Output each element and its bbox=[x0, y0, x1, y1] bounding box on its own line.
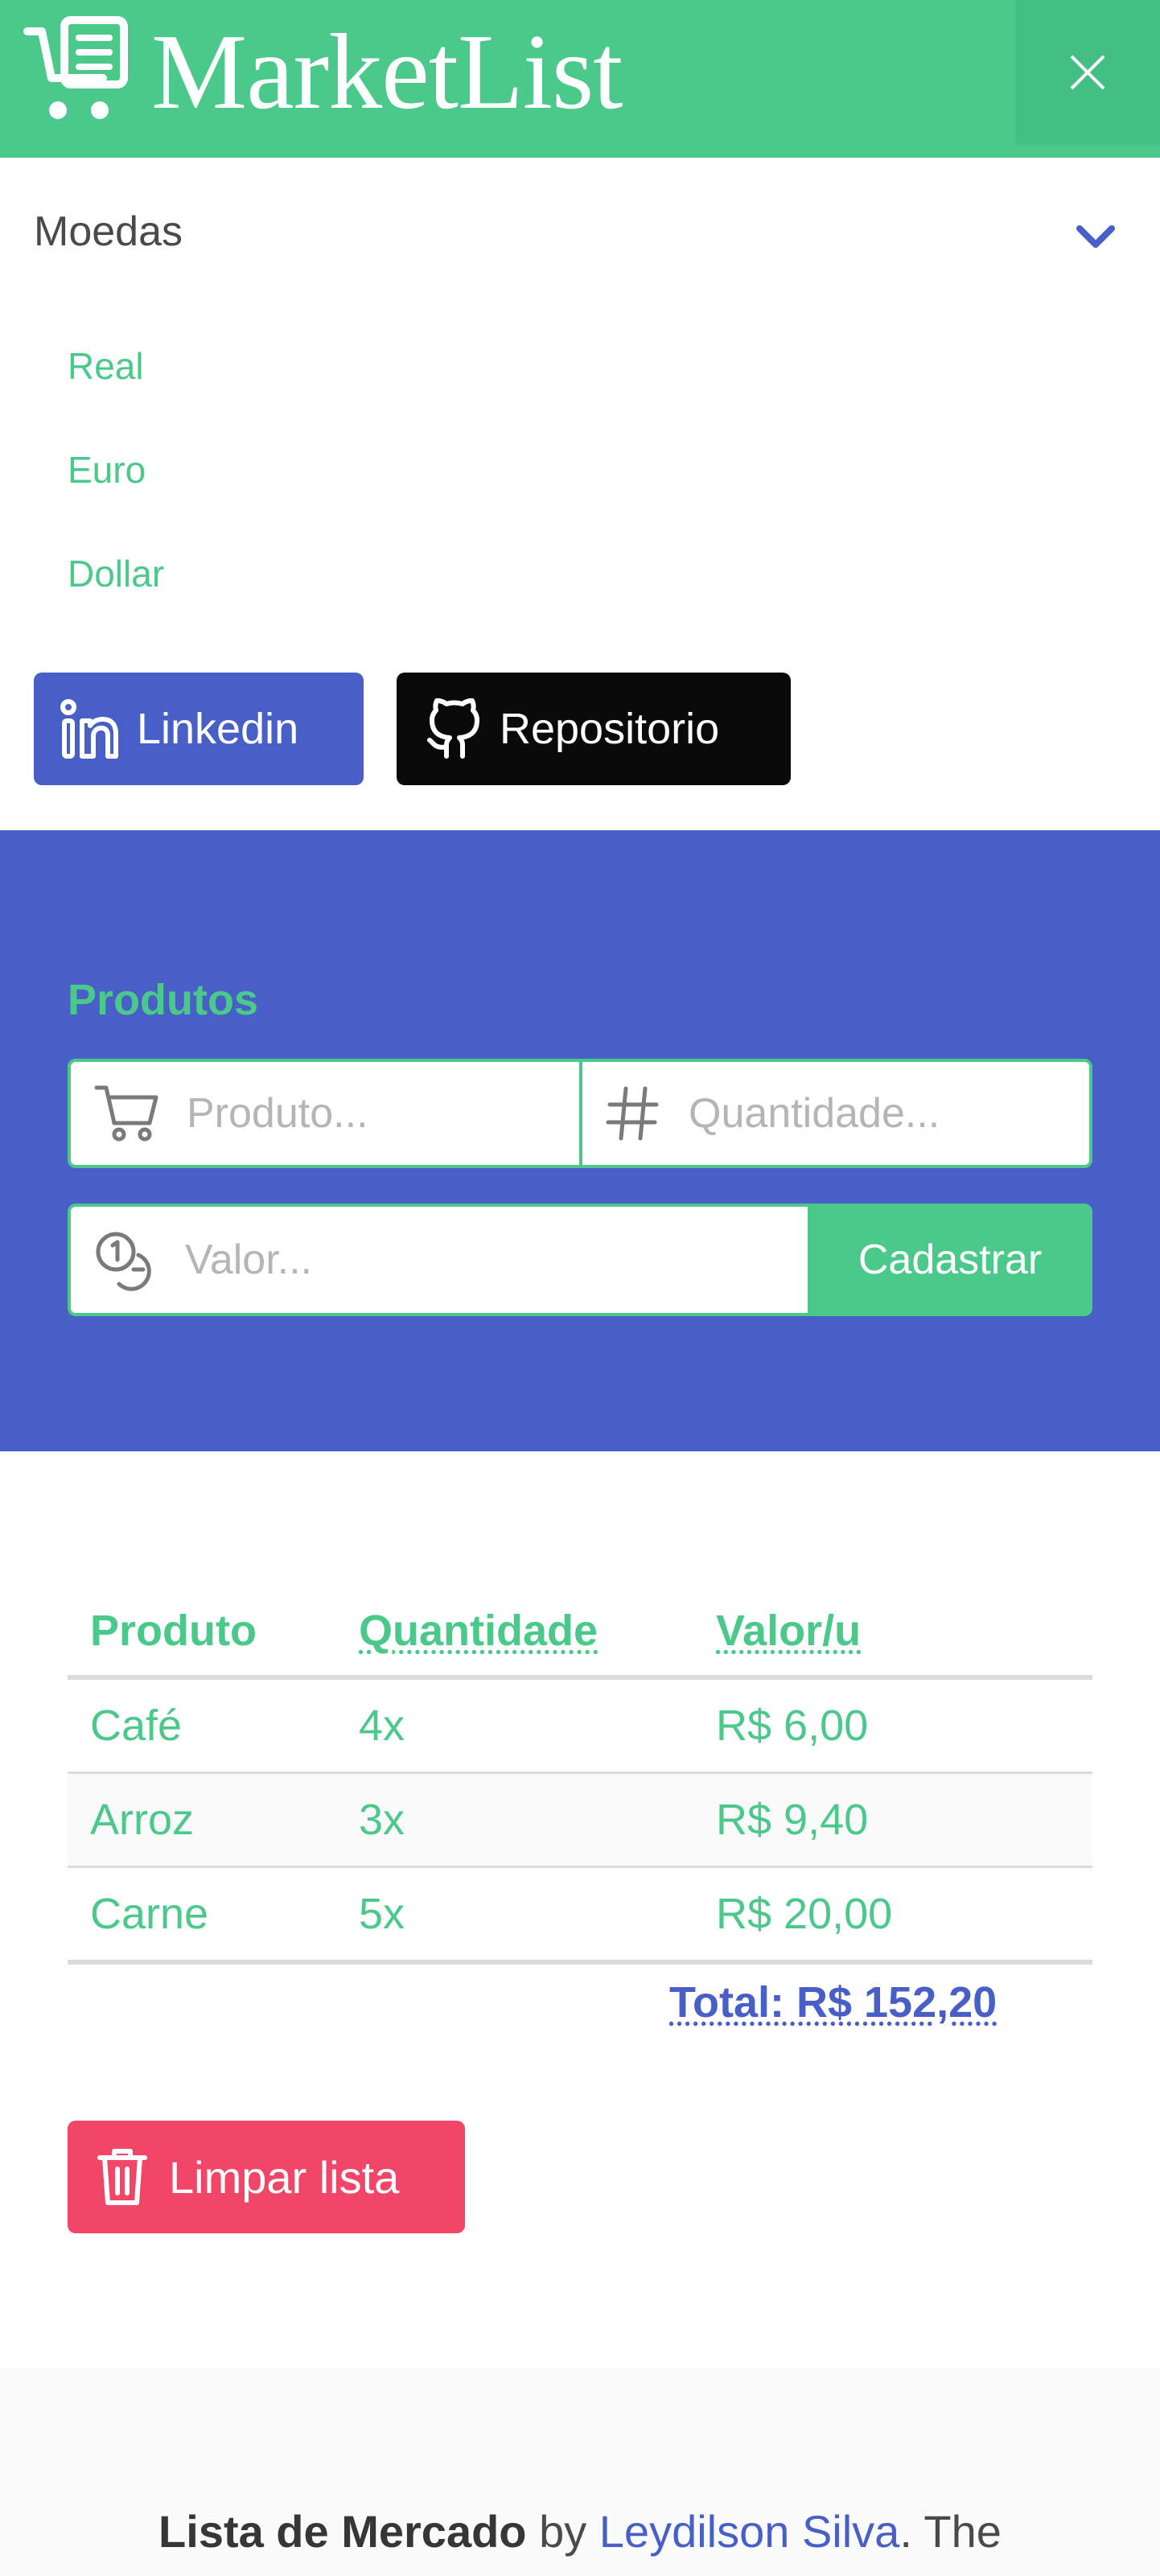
value-field[interactable] bbox=[68, 1204, 809, 1316]
cell-produto: Carne bbox=[68, 1866, 336, 1965]
footer-text: Lista de Mercado by Leydilson Silva. The bbox=[0, 2505, 1160, 2557]
chevron-down-icon[interactable] bbox=[1075, 220, 1117, 253]
cell-quantidade: 5x bbox=[336, 1866, 693, 1965]
product-form-section: Produtos Cadastrar bbox=[0, 830, 1160, 1451]
github-icon bbox=[427, 697, 479, 759]
trash-icon bbox=[97, 2149, 147, 2205]
column-header-produto: Produto bbox=[68, 1586, 336, 1680]
cell-valor: R$ 6,00 bbox=[693, 1677, 1092, 1774]
product-table: Produto Quantidade Valor/u Café 4x R$ 6,… bbox=[68, 1586, 1092, 1965]
quantity-field[interactable] bbox=[579, 1059, 1092, 1168]
cell-valor: R$ 20,00 bbox=[693, 1866, 1092, 1965]
quantity-input[interactable] bbox=[687, 1088, 1089, 1138]
column-header-quantidade: Quantidade bbox=[336, 1586, 693, 1680]
footer-trail: . The bbox=[899, 2506, 1002, 2557]
product-input[interactable] bbox=[185, 1088, 579, 1138]
cell-quantidade: 4x bbox=[336, 1677, 693, 1774]
column-header-valor: Valor/u bbox=[693, 1586, 1092, 1680]
brand[interactable]: MarketList bbox=[23, 11, 623, 132]
table-header-row: Produto Quantidade Valor/u bbox=[68, 1586, 1092, 1680]
cart-icon bbox=[94, 1085, 158, 1142]
footer-by: by bbox=[526, 2506, 599, 2557]
currency-item-euro[interactable]: Euro bbox=[68, 448, 146, 492]
repository-label: Repositorio bbox=[500, 705, 720, 753]
cell-quantidade: 3x bbox=[336, 1772, 693, 1868]
close-menu-button[interactable] bbox=[1015, 0, 1160, 145]
clear-list-button[interactable]: Limpar lista bbox=[68, 2121, 465, 2233]
table-row: Café 4x R$ 6,00 bbox=[68, 1677, 1092, 1774]
total-value: Total: R$ 152,20 bbox=[669, 1978, 998, 2027]
cell-valor: R$ 9,40 bbox=[693, 1772, 1092, 1868]
navbar: MarketList bbox=[0, 0, 1160, 158]
close-icon bbox=[1070, 55, 1105, 90]
cadastrar-button[interactable]: Cadastrar bbox=[808, 1204, 1092, 1316]
repository-button[interactable]: Repositorio bbox=[397, 673, 791, 785]
linkedin-icon bbox=[60, 699, 118, 759]
product-field[interactable] bbox=[68, 1059, 582, 1168]
clear-list-label: Limpar lista bbox=[169, 2151, 400, 2203]
currency-dropdown[interactable]: Moedas bbox=[34, 208, 183, 256]
cart-list-icon bbox=[23, 16, 128, 119]
table-row: Arroz 3x R$ 9,40 bbox=[68, 1772, 1092, 1868]
brand-title: MarketList bbox=[151, 12, 623, 131]
hash-icon bbox=[606, 1086, 659, 1141]
navbar-menu: Moedas Real Euro Dollar Linkedin Reposit… bbox=[0, 158, 1160, 830]
cell-produto: Arroz bbox=[68, 1772, 336, 1868]
footer-title: Lista de Mercado bbox=[158, 2506, 527, 2557]
value-input[interactable] bbox=[183, 1235, 809, 1285]
linkedin-button[interactable]: Linkedin bbox=[34, 673, 364, 785]
currency-item-real[interactable]: Real bbox=[68, 344, 144, 388]
cell-produto: Café bbox=[68, 1677, 336, 1774]
author-link[interactable]: Leydilson Silva bbox=[599, 2506, 900, 2557]
linkedin-label: Linkedin bbox=[137, 705, 299, 753]
table-row: Carne 5x R$ 20,00 bbox=[68, 1866, 1092, 1965]
coins-icon bbox=[96, 1232, 151, 1291]
footer: Lista de Mercado by Leydilson Silva. The bbox=[0, 2368, 1160, 2576]
form-title: Produtos bbox=[68, 976, 258, 1024]
currency-item-dollar[interactable]: Dollar bbox=[68, 552, 164, 595]
